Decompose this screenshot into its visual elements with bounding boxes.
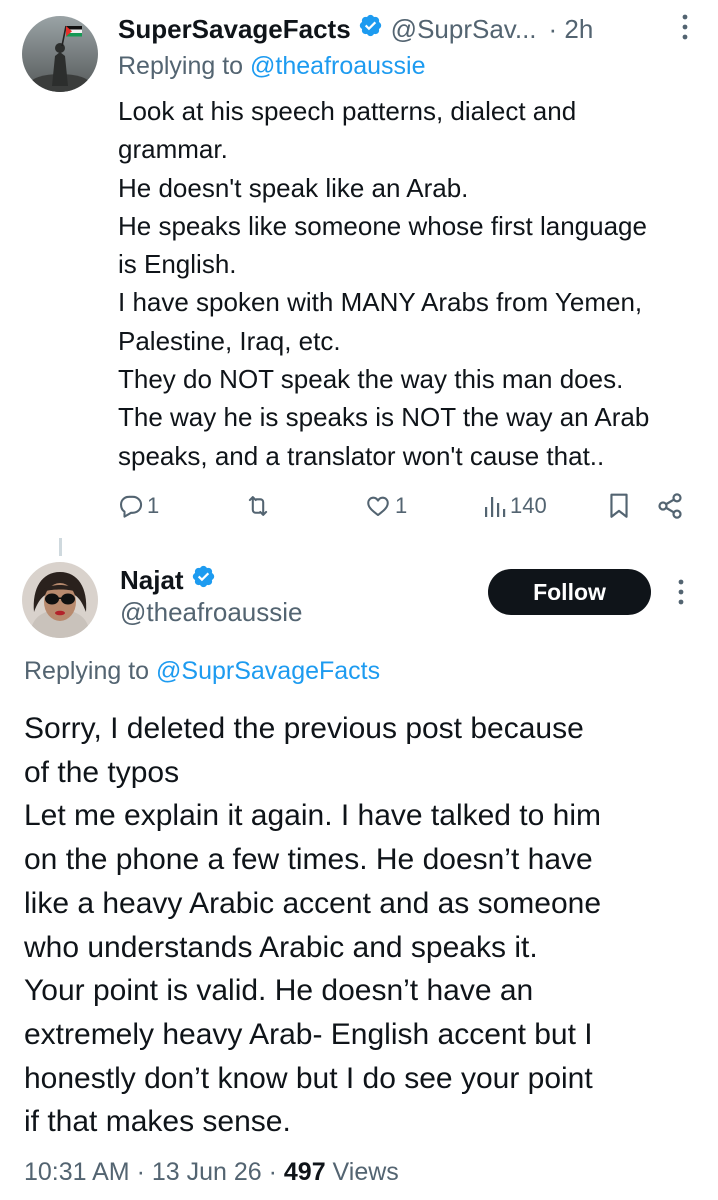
body-line: Your point is valid. He doesn’t have an xyxy=(24,974,534,1008)
vertical-dots-icon[interactable] xyxy=(678,579,684,605)
reply-action-bar: 1 1 140 xyxy=(0,486,718,526)
body-line: if that makes sense. xyxy=(24,1105,291,1139)
bookmark-button[interactable] xyxy=(608,486,630,526)
verified-badge-icon xyxy=(358,13,383,45)
reply-header: SuperSavageFacts @SuprSav... · 2h xyxy=(118,8,593,50)
body-line: is English. xyxy=(118,249,237,280)
reply-timestamp[interactable]: · 2h xyxy=(549,14,594,45)
like-button[interactable]: 1 xyxy=(364,486,407,526)
repost-button[interactable] xyxy=(244,486,275,526)
views-button[interactable]: 140 xyxy=(483,486,547,526)
body-line: grammar. xyxy=(118,134,228,165)
display-name-text[interactable]: Najat xyxy=(120,565,184,596)
share-icon xyxy=(658,493,682,519)
views-label: Views xyxy=(325,1158,399,1186)
replying-prefix: Replying to xyxy=(118,52,251,80)
body-line: Palestine, Iraq, etc. xyxy=(118,325,341,356)
body-line: Sorry, I deleted the previous post becau… xyxy=(24,712,584,745)
tweet-meta: 10:31 AM · 13 Jun 26 · 497 Views xyxy=(24,1158,399,1187)
replying-prefix: Replying to xyxy=(24,657,157,685)
views-count: 140 xyxy=(510,493,547,518)
replying-to-line: Replying to @theafroaussie xyxy=(118,52,426,81)
main-display-name[interactable]: Najat xyxy=(120,562,216,598)
body-line: I have spoken with MANY Arabs from Yemen… xyxy=(118,287,643,318)
body-line: on the phone a few times. He doesn’t hav… xyxy=(24,843,593,877)
avatar[interactable] xyxy=(22,16,98,92)
reply-button[interactable]: 1 xyxy=(118,486,159,526)
thread-connector-line xyxy=(59,538,62,556)
share-button[interactable] xyxy=(656,486,684,526)
bar-chart-icon xyxy=(485,497,506,517)
replying-to-link[interactable]: @SuprSavageFacts xyxy=(156,657,380,685)
body-line: Look at his speech patterns, dialect and xyxy=(118,96,577,126)
reply-handle[interactable]: @SuprSav... xyxy=(391,14,537,45)
follow-button[interactable]: Follow xyxy=(488,569,651,615)
body-line: honestly don’t know but I do see your po… xyxy=(24,1061,593,1095)
body-line: He doesn't speak like an Arab. xyxy=(118,172,469,203)
avatar-image xyxy=(22,562,98,638)
body-line: Let me explain it again. I have talked t… xyxy=(24,799,602,833)
body-line: extremely heavy Arab- English accent but… xyxy=(24,1017,593,1051)
reply-tweet[interactable]: SuperSavageFacts @SuprSav... · 2h Replyi… xyxy=(0,0,718,545)
body-line: like a heavy Arabic accent and as someon… xyxy=(24,886,602,920)
main-handle[interactable]: @theafroaussie xyxy=(120,597,303,628)
body-line: speaks, and a translator won't cause tha… xyxy=(118,440,605,471)
body-line: The way he is speaks is NOT the way an A… xyxy=(118,402,650,433)
reply-body-text: Look at his speech patterns, dialect and… xyxy=(118,92,708,475)
main-body-text: Sorry, I deleted the previous post becau… xyxy=(24,707,714,1144)
reply-display-name[interactable]: SuperSavageFacts xyxy=(118,14,351,45)
body-line: He speaks like someone whose first langu… xyxy=(118,210,647,241)
body-line: of the typos xyxy=(24,755,180,789)
vertical-dots-icon[interactable] xyxy=(682,14,688,40)
views-count: 497 xyxy=(283,1158,326,1186)
post-timestamp[interactable]: 10:31 AM · 13 Jun 26 · xyxy=(24,1158,284,1186)
body-line: who understands Arabic and speaks it. xyxy=(24,930,538,964)
verified-badge-icon xyxy=(191,564,216,596)
body-line: They do NOT speak the way this man does. xyxy=(118,364,624,395)
reply-count: 1 xyxy=(147,493,160,518)
speech-bubble-icon xyxy=(120,495,143,518)
heart-icon xyxy=(367,496,389,517)
bookmark-icon xyxy=(610,493,628,518)
replying-to-line: Replying to @SuprSavageFacts xyxy=(24,657,380,686)
avatar[interactable] xyxy=(22,562,98,638)
like-count: 1 xyxy=(395,493,408,518)
replying-to-link[interactable]: @theafroaussie xyxy=(250,52,425,80)
avatar-image xyxy=(22,16,98,92)
repost-arrows-icon xyxy=(248,496,268,516)
